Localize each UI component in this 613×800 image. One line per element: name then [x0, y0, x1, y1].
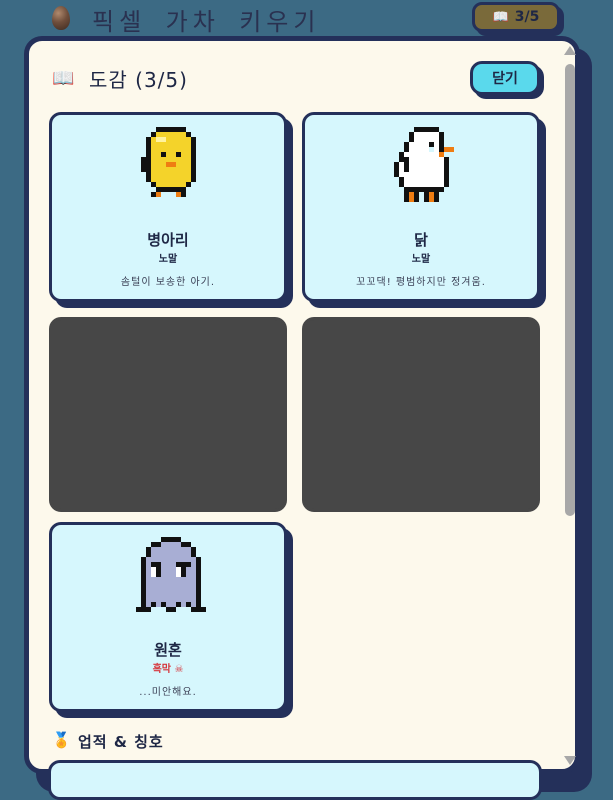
- dex-card-locked[interactable]: [49, 317, 287, 512]
- card-description: 꼬꼬댁! 평범하지만 정겨움.: [356, 277, 486, 288]
- scroll-up-arrow-icon[interactable]: [564, 46, 576, 55]
- card-description: ...미안해요.: [139, 687, 197, 698]
- book-icon: 📖: [492, 9, 509, 25]
- collection-count: 3/5: [514, 9, 540, 25]
- dex-header: 📖 도감 (3/5) 닫기: [52, 61, 542, 96]
- panel-scrollbar[interactable]: [562, 42, 578, 770]
- card-rarity: 흑막 ☠: [152, 664, 184, 675]
- card-rarity: 노말: [158, 254, 178, 265]
- card-description: 솜털이 보송한 아기.: [120, 277, 216, 288]
- scroll-down-arrow-icon[interactable]: [564, 756, 576, 765]
- achievements-title: 업적 & 칭호: [78, 733, 164, 751]
- card-name: 원혼: [154, 641, 182, 659]
- achievement-card[interactable]: [48, 760, 542, 800]
- top-bar: 픽셀 가차 키우기 📖 3/5: [0, 0, 613, 40]
- medal-icon: 🏅: [52, 731, 71, 749]
- card-name: 병아리: [147, 231, 189, 249]
- dex-card-chicken[interactable]: 닭 노말 꼬꼬댁! 평범하지만 정겨움.: [302, 112, 540, 302]
- card-rarity: 노말: [411, 254, 431, 265]
- dex-card-locked[interactable]: [302, 317, 540, 512]
- ghost-sprite-icon: [131, 537, 211, 617]
- app-title: 픽셀 가차 키우기: [92, 8, 321, 36]
- dex-card-chick[interactable]: 병아리 노말 솜털이 보송한 아기.: [49, 112, 287, 302]
- egg-icon: [52, 6, 70, 30]
- card-name: 닭: [414, 231, 428, 249]
- scrollbar-thumb[interactable]: [565, 64, 575, 516]
- chicken-sprite-icon: [384, 127, 464, 207]
- close-button[interactable]: 닫기: [470, 61, 540, 95]
- dex-title: 도감 (3/5): [89, 68, 188, 92]
- dex-card-ghost[interactable]: 원혼 흑막 ☠ ...미안해요.: [49, 522, 287, 712]
- book-icon: 📖: [52, 68, 75, 89]
- collection-count-button[interactable]: 📖 3/5: [472, 2, 560, 32]
- chick-sprite-icon: [131, 127, 211, 207]
